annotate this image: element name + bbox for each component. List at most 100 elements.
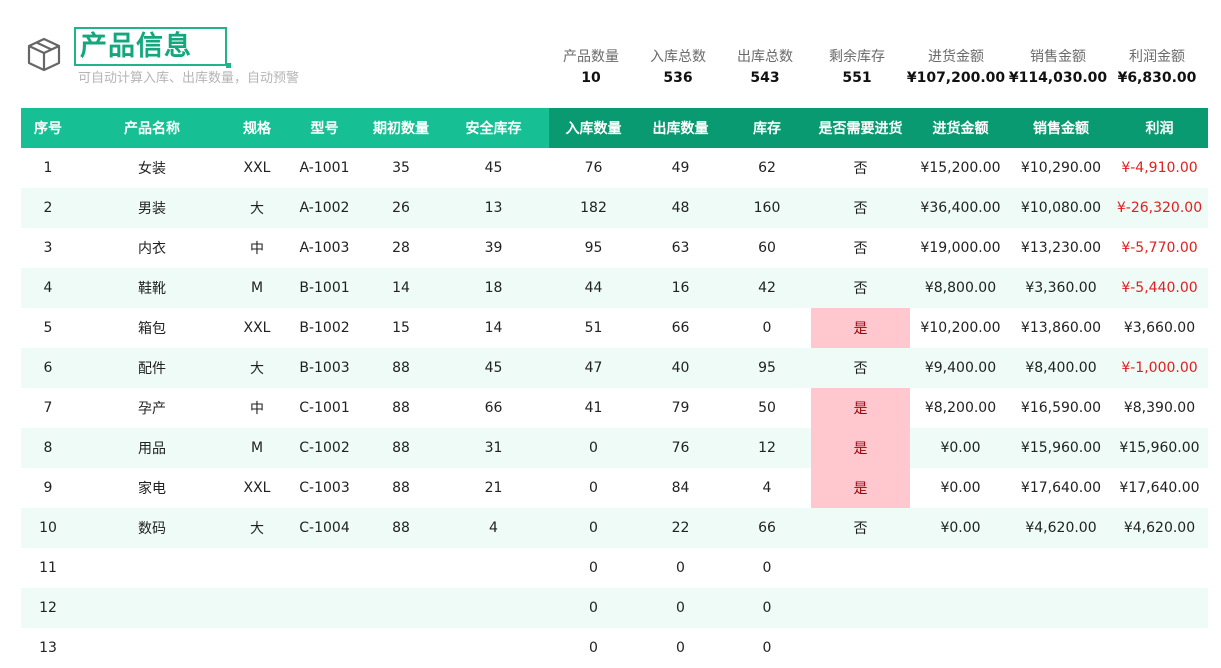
cell-safety-stock[interactable] <box>438 628 549 668</box>
summary-product-count[interactable]: 产品数量 10 <box>556 48 626 93</box>
cell-profit[interactable]: ¥-5,770.00 <box>1111 228 1208 268</box>
cell-stock[interactable]: 4 <box>723 468 811 508</box>
cell-purchase-amount[interactable] <box>910 588 1011 628</box>
cell-sales-amount[interactable]: ¥16,590.00 <box>1011 388 1111 428</box>
cell-model[interactable]: B-1002 <box>285 308 364 348</box>
cell-spec[interactable]: 中 <box>229 228 285 268</box>
cell-stock[interactable]: 0 <box>723 628 811 668</box>
cell-outbound-qty[interactable]: 40 <box>638 348 723 388</box>
cell-purchase-amount[interactable]: ¥10,200.00 <box>910 308 1011 348</box>
cell-need-restock[interactable]: 否 <box>811 228 910 268</box>
fill-handle[interactable] <box>226 63 231 68</box>
cell-sales-amount[interactable]: ¥13,860.00 <box>1011 308 1111 348</box>
cell-product-name[interactable] <box>75 588 229 628</box>
cell-stock[interactable]: 42 <box>723 268 811 308</box>
cell-index[interactable]: 2 <box>21 188 75 228</box>
cell-initial-qty[interactable] <box>364 548 438 588</box>
cell-need-restock[interactable]: 是 <box>811 468 910 508</box>
cell-model[interactable] <box>285 628 364 668</box>
cell-index[interactable]: 5 <box>21 308 75 348</box>
cell-spec[interactable]: 大 <box>229 188 285 228</box>
cell-model[interactable]: C-1004 <box>285 508 364 548</box>
cell-profit[interactable]: ¥3,660.00 <box>1111 308 1208 348</box>
cell-sales-amount[interactable]: ¥10,290.00 <box>1011 148 1111 188</box>
cell-spec[interactable]: 中 <box>229 388 285 428</box>
cell-index[interactable]: 13 <box>21 628 75 668</box>
header-profit[interactable]: 利润 <box>1111 108 1208 148</box>
cell-index[interactable]: 3 <box>21 228 75 268</box>
cell-inbound-qty[interactable]: 0 <box>549 588 638 628</box>
header-model[interactable]: 型号 <box>285 108 364 148</box>
header-product-name[interactable]: 产品名称 <box>75 108 229 148</box>
cell-sales-amount[interactable]: ¥13,230.00 <box>1011 228 1111 268</box>
cell-need-restock[interactable] <box>811 588 910 628</box>
cell-stock[interactable]: 62 <box>723 148 811 188</box>
summary-inbound-total[interactable]: 入库总数 536 <box>643 48 713 93</box>
cell-need-restock[interactable]: 否 <box>811 148 910 188</box>
cell-sales-amount[interactable]: ¥10,080.00 <box>1011 188 1111 228</box>
cell-need-restock[interactable]: 否 <box>811 508 910 548</box>
cell-spec[interactable]: XXL <box>229 308 285 348</box>
cell-inbound-qty[interactable]: 51 <box>549 308 638 348</box>
cell-need-restock[interactable]: 否 <box>811 268 910 308</box>
cell-model[interactable] <box>285 548 364 588</box>
cell-initial-qty[interactable]: 88 <box>364 348 438 388</box>
cell-need-restock[interactable]: 否 <box>811 188 910 228</box>
cell-product-name[interactable]: 数码 <box>75 508 229 548</box>
cell-safety-stock[interactable]: 45 <box>438 148 549 188</box>
cell-model[interactable]: C-1002 <box>285 428 364 468</box>
cell-sales-amount[interactable]: ¥15,960.00 <box>1011 428 1111 468</box>
cell-sales-amount[interactable] <box>1011 628 1111 668</box>
header-purchase-amount[interactable]: 进货金额 <box>910 108 1011 148</box>
cell-spec[interactable]: M <box>229 268 285 308</box>
summary-profit-amount[interactable]: 利润金额 ¥6,830.00 <box>1114 48 1200 93</box>
cell-safety-stock[interactable]: 39 <box>438 228 549 268</box>
cell-model[interactable]: C-1001 <box>285 388 364 428</box>
cell-stock[interactable]: 0 <box>723 588 811 628</box>
cell-profit[interactable]: ¥-1,000.00 <box>1111 348 1208 388</box>
cell-product-name[interactable]: 鞋靴 <box>75 268 229 308</box>
cell-profit[interactable]: ¥15,960.00 <box>1111 428 1208 468</box>
cell-purchase-amount[interactable] <box>910 628 1011 668</box>
header-safety-stock[interactable]: 安全库存 <box>438 108 549 148</box>
cell-initial-qty[interactable]: 14 <box>364 268 438 308</box>
cell-inbound-qty[interactable]: 0 <box>549 508 638 548</box>
cell-inbound-qty[interactable]: 0 <box>549 428 638 468</box>
cell-sales-amount[interactable] <box>1011 588 1111 628</box>
cell-outbound-qty[interactable]: 63 <box>638 228 723 268</box>
header-initial-qty[interactable]: 期初数量 <box>364 108 438 148</box>
cell-index[interactable]: 8 <box>21 428 75 468</box>
cell-profit[interactable]: ¥8,390.00 <box>1111 388 1208 428</box>
cell-safety-stock[interactable]: 31 <box>438 428 549 468</box>
cell-outbound-qty[interactable]: 48 <box>638 188 723 228</box>
header-stock[interactable]: 库存 <box>723 108 811 148</box>
cell-profit[interactable] <box>1111 548 1208 588</box>
header-inbound-qty[interactable]: 入库数量 <box>549 108 638 148</box>
cell-safety-stock[interactable]: 4 <box>438 508 549 548</box>
cell-product-name[interactable]: 孕产 <box>75 388 229 428</box>
cell-purchase-amount[interactable]: ¥8,800.00 <box>910 268 1011 308</box>
cell-stock[interactable]: 160 <box>723 188 811 228</box>
cell-model[interactable] <box>285 588 364 628</box>
cell-inbound-qty[interactable]: 95 <box>549 228 638 268</box>
cell-initial-qty[interactable]: 88 <box>364 508 438 548</box>
cell-spec[interactable] <box>229 628 285 668</box>
summary-remaining-stock[interactable]: 剩余库存 551 <box>822 48 892 93</box>
cell-initial-qty[interactable]: 88 <box>364 468 438 508</box>
cell-inbound-qty[interactable]: 76 <box>549 148 638 188</box>
cell-model[interactable]: B-1003 <box>285 348 364 388</box>
cell-index[interactable]: 11 <box>21 548 75 588</box>
cell-profit[interactable]: ¥-4,910.00 <box>1111 148 1208 188</box>
cell-need-restock[interactable]: 否 <box>811 348 910 388</box>
cell-product-name[interactable] <box>75 628 229 668</box>
cell-sales-amount[interactable]: ¥8,400.00 <box>1011 348 1111 388</box>
cell-inbound-qty[interactable]: 47 <box>549 348 638 388</box>
cell-purchase-amount[interactable] <box>910 548 1011 588</box>
cell-spec[interactable] <box>229 588 285 628</box>
cell-index[interactable]: 7 <box>21 388 75 428</box>
cell-index[interactable]: 12 <box>21 588 75 628</box>
cell-product-name[interactable]: 用品 <box>75 428 229 468</box>
header-sales-amount[interactable]: 销售金额 <box>1011 108 1111 148</box>
cell-safety-stock[interactable]: 66 <box>438 388 549 428</box>
cell-outbound-qty[interactable]: 76 <box>638 428 723 468</box>
